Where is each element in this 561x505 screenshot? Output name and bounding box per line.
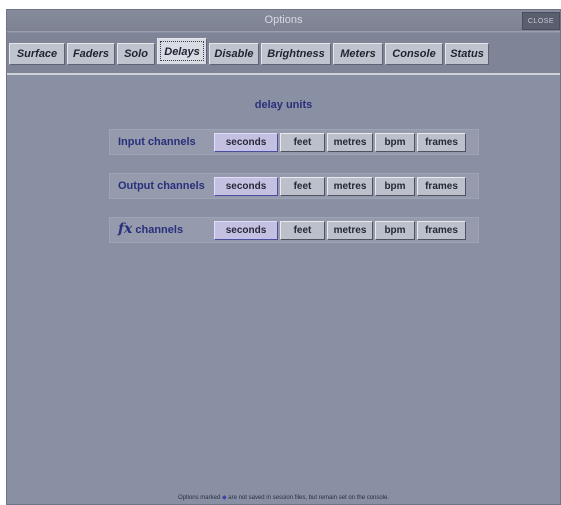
input-unit-seconds[interactable]: seconds	[214, 133, 278, 152]
output-channels-units: seconds feet metres bpm frames	[214, 177, 466, 196]
fx-unit-seconds[interactable]: seconds	[214, 221, 278, 240]
section-title: delay units	[254, 99, 313, 111]
output-unit-feet[interactable]: feet	[280, 177, 325, 196]
window-title: Options	[264, 14, 303, 26]
footer-prefix: Options marked	[177, 495, 221, 501]
tab-status[interactable]: Status	[445, 43, 489, 65]
input-unit-feet[interactable]: feet	[280, 133, 325, 152]
fx-channels-label: fx channels	[118, 221, 183, 237]
tab-disable[interactable]: Disable	[209, 43, 259, 65]
fx-channels-row: fx channels seconds feet metres bpm frame…	[109, 217, 479, 243]
tab-delays[interactable]: Delays	[157, 38, 207, 64]
diamond-icon: ◆	[221, 495, 227, 501]
delays-panel: delay units Input channels seconds feet …	[7, 75, 560, 504]
tab-console[interactable]: Console	[385, 43, 443, 65]
options-window: Options CLOSE Surface Faders Solo Delays…	[6, 9, 561, 505]
tab-solo[interactable]: Solo	[117, 43, 155, 65]
fx-unit-bpm[interactable]: bpm	[375, 221, 415, 240]
output-channels-row: Output channels seconds feet metres bpm …	[109, 173, 479, 199]
output-channels-label: Output channels	[118, 180, 205, 192]
tab-brightness[interactable]: Brightness	[261, 43, 331, 65]
tab-bar: Surface Faders Solo Delays Disable Brigh…	[7, 33, 560, 75]
output-unit-bpm[interactable]: bpm	[375, 177, 415, 196]
input-unit-metres[interactable]: metres	[327, 133, 373, 152]
input-channels-label: Input channels	[118, 136, 196, 148]
footer-suffix: are not saved in session files, but rema…	[228, 495, 390, 501]
fx-unit-feet[interactable]: feet	[280, 221, 325, 240]
footer-note: Options marked ◆ are not saved in sessio…	[7, 494, 560, 504]
output-unit-metres[interactable]: metres	[327, 177, 373, 196]
close-button[interactable]: CLOSE	[522, 12, 560, 30]
fx-unit-metres[interactable]: metres	[327, 221, 373, 240]
input-unit-bpm[interactable]: bpm	[375, 133, 415, 152]
fx-channels-units: seconds feet metres bpm frames	[214, 221, 466, 240]
input-unit-frames[interactable]: frames	[417, 133, 466, 152]
tab-meters[interactable]: Meters	[333, 43, 383, 65]
output-unit-seconds[interactable]: seconds	[214, 177, 278, 196]
output-unit-frames[interactable]: frames	[417, 177, 466, 196]
tab-surface[interactable]: Surface	[9, 43, 65, 65]
fx-unit-frames[interactable]: frames	[417, 221, 466, 240]
fx-symbol: fx	[118, 221, 133, 237]
input-channels-row: Input channels seconds feet metres bpm f…	[109, 129, 479, 155]
input-channels-units: seconds feet metres bpm frames	[214, 133, 466, 152]
tab-faders[interactable]: Faders	[67, 43, 115, 65]
fx-channels-text: channels	[135, 224, 184, 236]
title-bar: Options CLOSE	[7, 10, 560, 32]
